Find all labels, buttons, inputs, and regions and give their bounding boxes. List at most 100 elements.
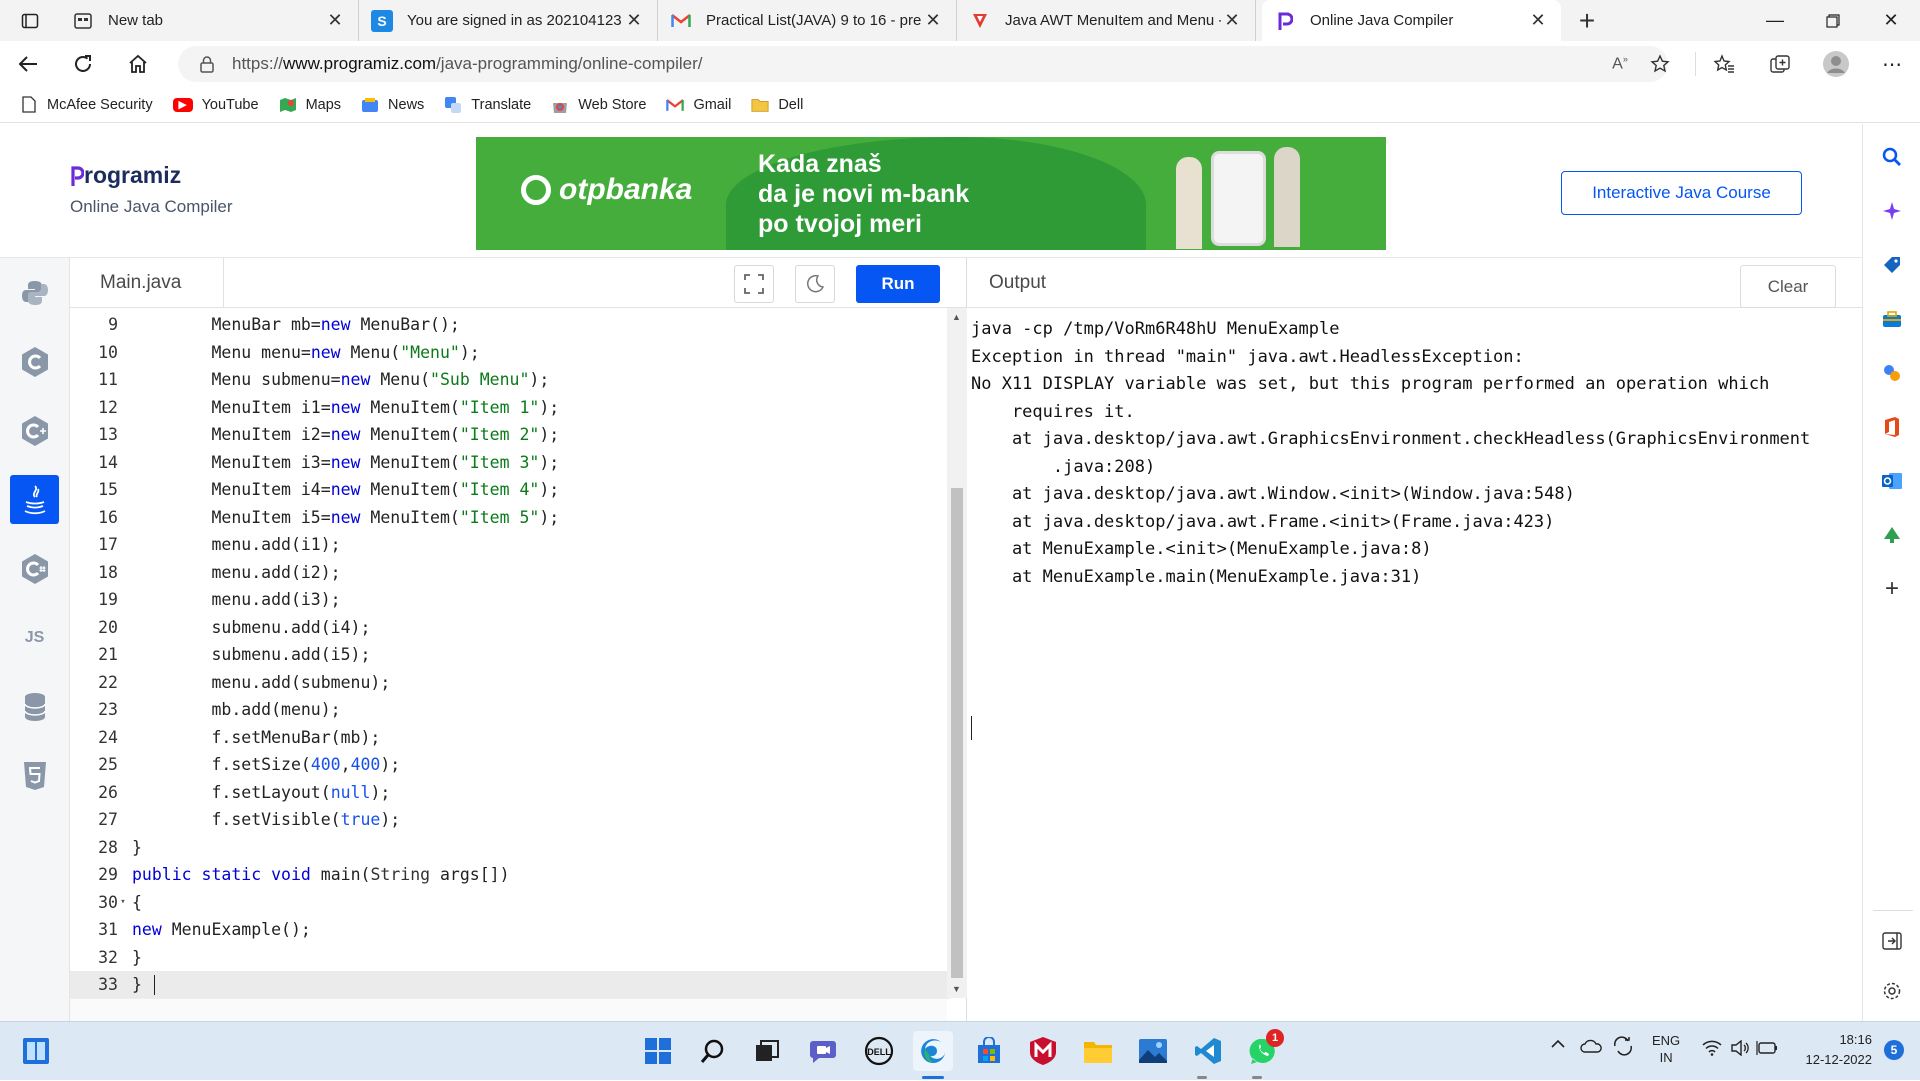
close-tab-icon[interactable]: ✕	[922, 10, 944, 31]
output-console[interactable]: java -cp /tmp/VoRm6R48hU MenuExample Exce…	[971, 316, 1851, 591]
code-line[interactable]: 23 mb.add(menu);	[70, 696, 950, 724]
tab-online-java-compiler[interactable]: Online Java Compiler ✕	[1262, 0, 1561, 41]
onedrive-icon[interactable]	[1580, 1039, 1602, 1053]
code-line[interactable]: 31 new MenuExample();	[70, 916, 950, 944]
code-line[interactable]: 30 ▾ {	[70, 889, 950, 917]
drop-icon[interactable]	[1880, 523, 1904, 547]
collections-icon[interactable]	[1752, 41, 1808, 87]
new-tab-button[interactable]: +	[1561, 0, 1613, 41]
clock[interactable]: 18:16 12-12-2022	[1792, 1030, 1873, 1070]
profile-avatar-icon[interactable]	[1808, 41, 1864, 87]
ad-banner[interactable]: otpbanka Kada znaš da je novi m-bank po …	[476, 137, 1386, 250]
back-icon[interactable]	[0, 41, 55, 87]
photos-icon[interactable]	[1133, 1031, 1173, 1071]
code-line[interactable]: 14 MenuItem i3=new MenuItem("Item 3");	[70, 449, 950, 477]
teams-chat-icon[interactable]	[803, 1031, 843, 1071]
tray-chevron-icon[interactable]	[1550, 1037, 1566, 1051]
file-tab-main-java[interactable]: Main.java	[70, 258, 224, 308]
code-line[interactable]: 17 menu.add(i1);	[70, 531, 950, 559]
code-line[interactable]: 12 MenuItem i1=new MenuItem("Item 1");	[70, 394, 950, 422]
favorite-youtube[interactable]: ▶ YouTube	[172, 97, 259, 113]
clear-button[interactable]: Clear	[1740, 265, 1836, 308]
favorite-gmail[interactable]: Gmail	[666, 96, 731, 114]
office-icon[interactable]	[1880, 415, 1904, 439]
close-tab-icon[interactable]: ✕	[1221, 10, 1243, 31]
settings-more-icon[interactable]: ⋯	[1864, 41, 1920, 87]
home-icon[interactable]	[110, 41, 165, 87]
scroll-up-icon[interactable]: ▲	[952, 312, 961, 322]
games-icon[interactable]	[1880, 361, 1904, 385]
ms-store-icon[interactable]	[969, 1031, 1009, 1071]
code-line[interactable]: 33}	[70, 971, 950, 999]
mcafee-icon[interactable]	[1023, 1031, 1063, 1071]
tab-new-tab[interactable]: New tab ✕	[60, 0, 359, 41]
close-tab-icon[interactable]: ✕	[324, 10, 346, 31]
minimize-icon[interactable]: —	[1746, 0, 1804, 41]
scroll-down-icon[interactable]: ▼	[952, 984, 961, 994]
file-explorer-icon[interactable]	[1078, 1031, 1118, 1071]
add-sidebar-icon[interactable]: +	[1880, 575, 1904, 602]
start-icon[interactable]	[638, 1031, 678, 1071]
close-tab-icon[interactable]: ✕	[623, 10, 645, 31]
task-view-icon[interactable]	[747, 1031, 787, 1071]
interactive-java-course-button[interactable]: Interactive Java Course	[1561, 171, 1802, 215]
cpp-icon[interactable]	[10, 406, 59, 455]
c-icon[interactable]	[10, 337, 59, 386]
widgets-icon[interactable]	[16, 1031, 56, 1071]
code-line[interactable]: 26 f.setLayout(null);	[70, 779, 950, 807]
js-icon[interactable]: JS	[10, 613, 59, 662]
code-line[interactable]: 10 Menu menu=new Menu("Menu");	[70, 339, 950, 367]
dell-icon[interactable]: DELL	[859, 1031, 899, 1071]
code-line[interactable]: 21 submenu.add(i5);	[70, 641, 950, 669]
refresh-icon[interactable]	[55, 41, 110, 87]
search-icon[interactable]	[1880, 145, 1904, 169]
vscode-icon[interactable]	[1188, 1031, 1228, 1071]
language-indicator[interactable]: ENG IN	[1652, 1032, 1680, 1066]
favorite-mcafee[interactable]: McAfee Security	[20, 96, 153, 114]
run-button[interactable]: Run	[856, 265, 940, 303]
tab-actions-menu-icon[interactable]	[0, 0, 60, 41]
code-line[interactable]: 16 MenuItem i5=new MenuItem("Item 5");	[70, 504, 950, 532]
programiz-logo[interactable]: rogramiz Online Java Compiler	[70, 162, 233, 217]
code-line[interactable]: 20 submenu.add(i4);	[70, 614, 950, 642]
restore-icon[interactable]	[1804, 0, 1862, 41]
edge-browser-icon[interactable]	[913, 1031, 953, 1071]
code-line[interactable]: 9 MenuBar mb=new MenuBar();	[70, 311, 950, 339]
favorite-maps[interactable]: Maps	[279, 96, 341, 114]
wifi-icon[interactable]	[1702, 1040, 1722, 1056]
favorite-news[interactable]: News	[361, 96, 424, 114]
taskbar-search-icon[interactable]	[693, 1031, 733, 1071]
sync-icon[interactable]	[1612, 1036, 1634, 1056]
fold-arrow-icon[interactable]: ▾	[118, 897, 128, 907]
code-area[interactable]: 9 MenuBar mb=new MenuBar(); 10 Menu menu=…	[70, 308, 950, 999]
address-bar[interactable]: https://www.programiz.com/java-programmi…	[178, 46, 1668, 82]
code-line[interactable]: 24 f.setMenuBar(mb);	[70, 724, 950, 752]
code-line[interactable]: 27 f.setVisible(true);	[70, 806, 950, 834]
editor-scrollbar[interactable]: ▲ ▼	[947, 308, 967, 998]
tab-practical-list[interactable]: Practical List(JAVA) 9 to 16 - pree ✕	[658, 0, 957, 41]
csharp-icon[interactable]	[10, 544, 59, 593]
code-line[interactable]: 25 f.setSize(400,400);	[70, 751, 950, 779]
favorite-web-store[interactable]: Web Store	[551, 96, 646, 114]
code-line[interactable]: 29 public static void main(String args[])	[70, 861, 950, 889]
scrollbar-thumb[interactable]	[951, 488, 963, 978]
html5-icon[interactable]	[10, 751, 59, 800]
tab-signed-in[interactable]: S You are signed in as 202104123 ✕	[359, 0, 658, 41]
favorite-dell[interactable]: Dell	[751, 96, 803, 114]
code-line[interactable]: 32}	[70, 944, 950, 972]
outlook-icon[interactable]	[1880, 469, 1904, 493]
favorite-translate[interactable]: Translate	[444, 96, 531, 114]
battery-icon[interactable]	[1756, 1040, 1778, 1056]
add-favorite-icon[interactable]	[1640, 41, 1680, 87]
tab-java-awt[interactable]: Java AWT MenuItem and Menu - ✕	[957, 0, 1256, 41]
notification-badge[interactable]: 5	[1884, 1040, 1904, 1060]
code-line[interactable]: 15 MenuItem i4=new MenuItem("Item 4");	[70, 476, 950, 504]
tools-icon[interactable]	[1880, 307, 1904, 331]
volume-icon[interactable]	[1730, 1040, 1750, 1056]
code-line[interactable]: 22 menu.add(submenu);	[70, 669, 950, 697]
favorites-icon[interactable]	[1696, 41, 1752, 87]
editor-horizontal-scrollbar[interactable]	[70, 998, 947, 1021]
code-line[interactable]: 28}	[70, 834, 950, 862]
python-icon[interactable]	[10, 268, 59, 317]
close-window-icon[interactable]: ✕	[1862, 0, 1920, 41]
